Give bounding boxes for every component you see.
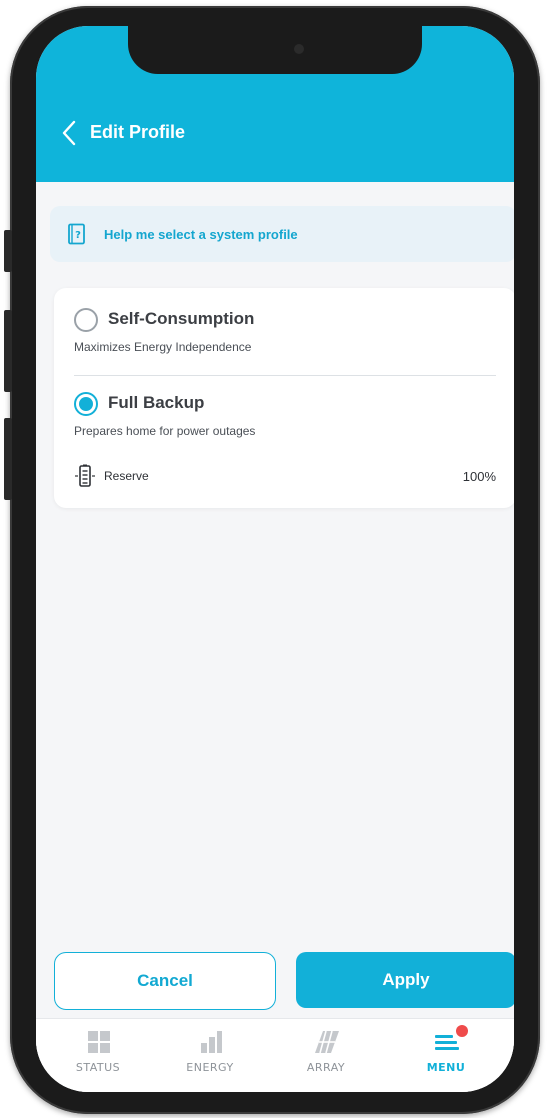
tab-label: MENU bbox=[426, 1061, 466, 1074]
tab-label: ENERGY bbox=[186, 1061, 234, 1074]
tab-label: STATUS bbox=[75, 1061, 121, 1074]
tab-energy[interactable]: ENERGY bbox=[160, 1027, 260, 1087]
back-button[interactable] bbox=[54, 118, 84, 148]
profile-description: Maximizes Energy Independence bbox=[74, 340, 252, 354]
tab-status[interactable]: STATUS bbox=[48, 1027, 148, 1087]
svg-text:?: ? bbox=[75, 230, 81, 241]
profile-option-self-consumption[interactable]: Self-Consumption Maximizes Energy Indepe… bbox=[54, 306, 514, 372]
tab-label: ARRAY bbox=[306, 1061, 346, 1074]
profile-options-card: Self-Consumption Maximizes Energy Indepe… bbox=[54, 288, 514, 508]
help-select-profile-link[interactable]: ? Help me select a system profile bbox=[50, 206, 514, 262]
profile-title: Full Backup bbox=[108, 393, 205, 412]
help-banner-text: Help me select a system profile bbox=[104, 226, 298, 242]
bottom-tab-bar: STATUS ENERGY ARRAY MENU bbox=[36, 1018, 514, 1092]
divider bbox=[74, 375, 496, 376]
solar-panel-icon bbox=[315, 1030, 339, 1054]
radio-self-consumption[interactable] bbox=[74, 308, 98, 332]
app-screen: Edit Profile ? Help me select a system p… bbox=[36, 26, 514, 1092]
notch bbox=[128, 26, 422, 74]
help-book-icon: ? bbox=[66, 223, 88, 245]
battery-reserve-icon bbox=[75, 464, 95, 487]
grid-icon bbox=[88, 1031, 110, 1053]
reserve-row: Reserve 100% bbox=[74, 464, 496, 488]
page-title: Edit Profile bbox=[90, 122, 186, 142]
tab-array[interactable]: ARRAY bbox=[276, 1027, 376, 1087]
reserve-label: Reserve bbox=[104, 469, 149, 483]
tab-menu[interactable]: MENU bbox=[396, 1025, 496, 1087]
camera-icon bbox=[294, 44, 304, 54]
profile-title: Self-Consumption bbox=[108, 309, 255, 328]
volume-up-button bbox=[4, 310, 12, 392]
reserve-value: 100% bbox=[462, 469, 496, 484]
profile-option-full-backup[interactable]: Full Backup Prepares home for power outa… bbox=[54, 390, 514, 456]
profile-description: Prepares home for power outages bbox=[74, 424, 256, 438]
cancel-button[interactable]: Cancel bbox=[54, 952, 276, 1010]
mute-switch bbox=[4, 230, 12, 272]
chevron-left-icon bbox=[62, 120, 76, 146]
volume-down-button bbox=[4, 418, 12, 500]
bar-chart-icon bbox=[201, 1031, 222, 1053]
apply-button[interactable]: Apply bbox=[296, 952, 514, 1008]
radio-full-backup[interactable] bbox=[74, 392, 98, 416]
notification-badge bbox=[456, 1025, 468, 1037]
